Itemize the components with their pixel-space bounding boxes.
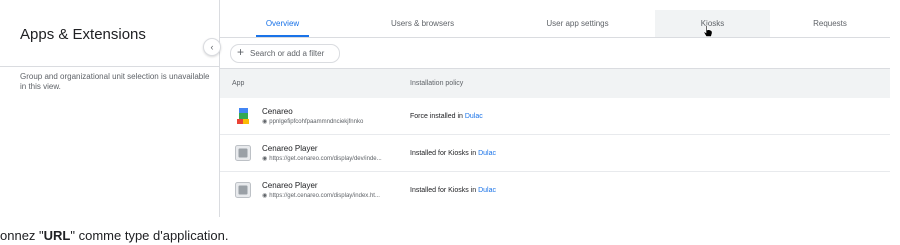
- table-row[interactable]: Cenareo ◉ ppnlgefipfcohfpaammndnciekjfnnk…: [220, 98, 890, 135]
- column-header-installation-policy[interactable]: Installation policy: [410, 80, 463, 87]
- extension-icon: ◉: [262, 119, 268, 125]
- admin-console-frame: Apps & Extensions Group and organization…: [0, 0, 900, 217]
- filter-placeholder: Search or add a filter: [250, 49, 325, 58]
- left-divider: [0, 66, 219, 67]
- installation-policy: Installed for Kiosks in Dulac: [410, 150, 497, 157]
- globe-icon: ◉: [262, 156, 268, 162]
- search-filter-input[interactable]: + Search or add a filter: [230, 44, 340, 63]
- ou-link[interactable]: Dulac: [465, 113, 483, 120]
- column-header-app[interactable]: App: [232, 80, 244, 87]
- installation-policy: Force installed in Dulac: [410, 113, 483, 120]
- app-name: Cenareo Player: [262, 181, 318, 190]
- ou-link[interactable]: Dulac: [478, 187, 496, 194]
- page-title: Apps & Extensions: [20, 26, 146, 43]
- web-app-icon: [235, 182, 251, 198]
- tab-overview[interactable]: Overview: [220, 10, 345, 37]
- table-header: App Installation policy: [220, 68, 890, 99]
- app-url: ◉ https://get.cenareo.com/display/dev/ind…: [262, 156, 382, 162]
- hand-cursor-icon: [703, 25, 713, 37]
- web-app-icon: [235, 145, 251, 161]
- globe-icon: ◉: [262, 193, 268, 199]
- app-name: Cenareo: [262, 107, 293, 116]
- tab-users-browsers[interactable]: Users & browsers: [345, 10, 500, 37]
- ou-unavailable-note: Group and organizational unit selection …: [20, 72, 210, 91]
- app-id: ◉ ppnlgefipfcohfpaammndnciekjfnnko: [262, 119, 364, 125]
- table-row[interactable]: Cenareo Player ◉ https://get.cenareo.com/…: [220, 172, 890, 208]
- collapse-panel-button[interactable]: ‹: [203, 38, 221, 56]
- cenareo-app-icon: [237, 108, 249, 124]
- table-row[interactable]: Cenareo Player ◉ https://get.cenareo.com/…: [220, 135, 890, 172]
- chevron-left-icon: ‹: [210, 42, 214, 52]
- left-panel: Apps & Extensions Group and organization…: [0, 0, 219, 217]
- ou-link[interactable]: Dulac: [478, 150, 496, 157]
- caption-text: onnez "URL" comme type d'application.: [0, 228, 229, 243]
- installation-policy: Installed for Kiosks in Dulac: [410, 187, 497, 194]
- app-name: Cenareo Player: [262, 144, 318, 153]
- app-url: ◉ https://get.cenareo.com/display/index.h…: [262, 193, 380, 199]
- tab-requests[interactable]: Requests: [770, 10, 890, 37]
- add-filter-icon: +: [237, 45, 245, 59]
- tab-user-app-settings[interactable]: User app settings: [500, 10, 655, 37]
- tab-bar: Overview Users & browsers User app setti…: [220, 10, 890, 38]
